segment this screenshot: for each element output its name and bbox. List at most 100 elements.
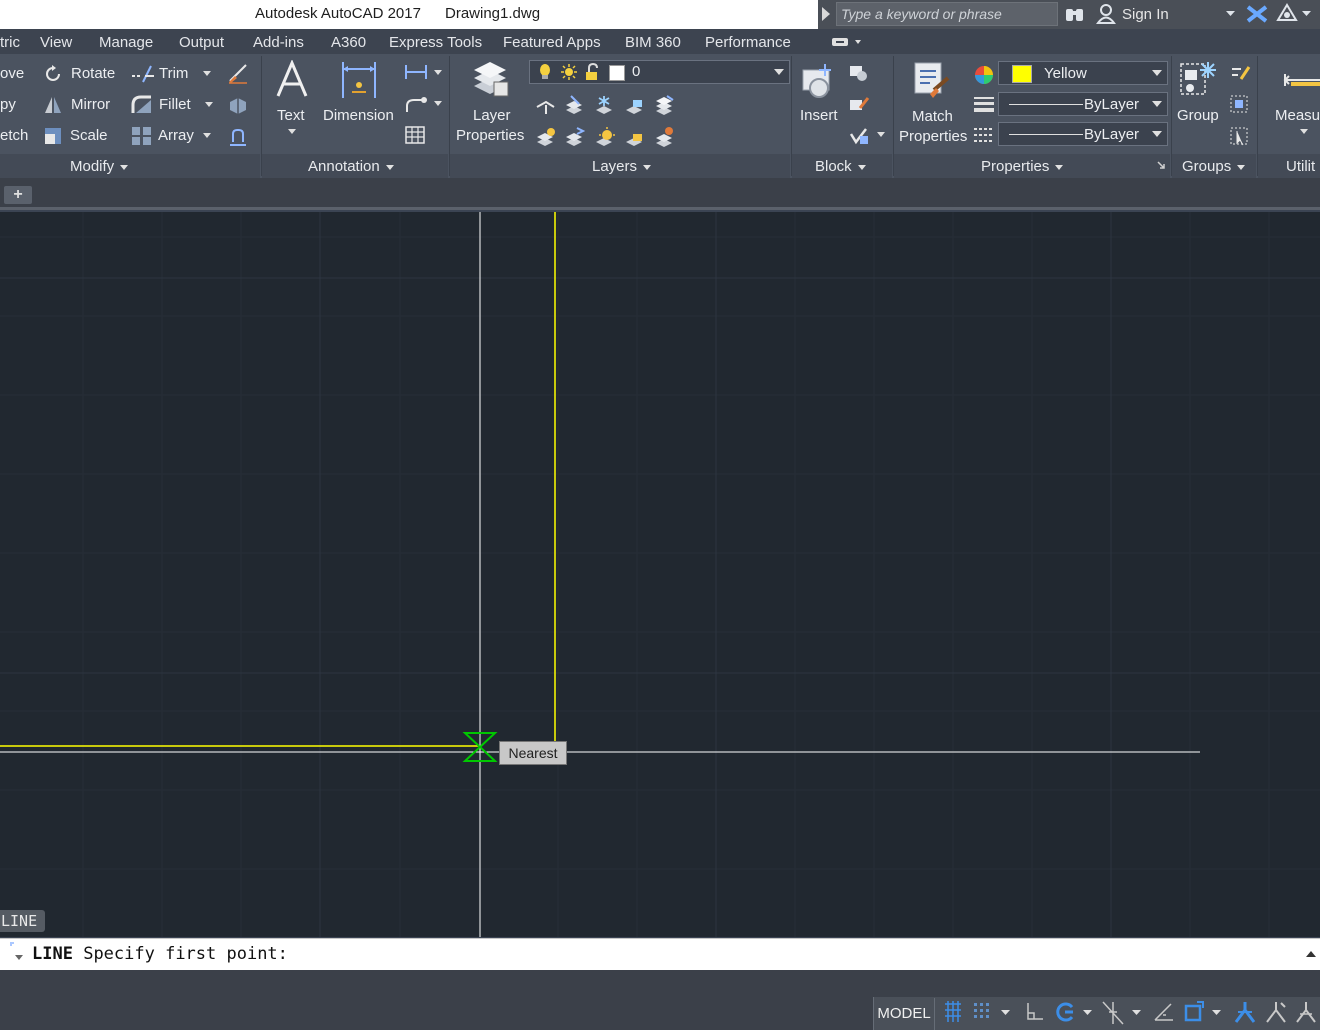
array-icon[interactable] xyxy=(131,126,153,146)
tab-manage[interactable]: Manage xyxy=(99,34,153,51)
copy-label[interactable]: py xyxy=(0,96,16,113)
annotation-scale-icon[interactable] xyxy=(1294,1000,1318,1024)
new-tab-button[interactable]: + xyxy=(4,186,32,204)
array-dropdown-icon[interactable] xyxy=(203,133,211,138)
command-prompt[interactable]: LINE Specify first point: xyxy=(32,944,288,964)
fillet-dropdown-icon[interactable] xyxy=(205,102,213,107)
tab-a360[interactable]: A360 xyxy=(331,34,366,51)
trim-dropdown-icon[interactable] xyxy=(203,71,211,76)
object-color-icon[interactable] xyxy=(973,64,995,86)
layer-thaw-all-icon[interactable] xyxy=(593,126,615,148)
dimension-icon[interactable] xyxy=(340,60,378,100)
insert-button[interactable]: Insert xyxy=(800,107,838,124)
scale-button[interactable]: Scale xyxy=(70,127,108,144)
binoculars-icon[interactable] xyxy=(1065,5,1085,23)
layer-dropdown[interactable]: 0 xyxy=(529,60,790,84)
tab-bim-360[interactable]: BIM 360 xyxy=(625,34,681,51)
layer-color-swatch[interactable] xyxy=(609,65,625,81)
layer-on-icon[interactable] xyxy=(539,64,551,80)
group-edit-icon[interactable] xyxy=(1229,94,1251,114)
layers-panel-title[interactable]: Layers xyxy=(592,158,652,178)
lineweight-dropdown[interactable]: ByLayer xyxy=(998,92,1168,116)
match-properties-line2[interactable]: Properties xyxy=(899,128,967,145)
layer-walk-icon[interactable] xyxy=(653,126,675,148)
mirror-button[interactable]: Mirror xyxy=(71,96,110,113)
annotation-visibility-icon[interactable] xyxy=(1233,1000,1257,1024)
text-icon[interactable] xyxy=(274,60,310,100)
group-button[interactable]: Group xyxy=(1177,107,1219,124)
object-snap-icon[interactable] xyxy=(1183,1000,1205,1024)
ungroup-icon[interactable] xyxy=(1229,63,1251,83)
command-expand-icon[interactable] xyxy=(1306,951,1316,958)
layer-thaw-icon[interactable] xyxy=(560,63,578,81)
insert-block-icon[interactable] xyxy=(799,62,839,102)
stretch-label[interactable]: etch xyxy=(0,127,28,144)
layer-freeze-icon[interactable] xyxy=(593,94,615,116)
layer-properties-line1[interactable]: Layer xyxy=(473,107,511,124)
trim-button[interactable]: Trim xyxy=(159,65,188,82)
dimension-button[interactable]: Dimension xyxy=(323,107,394,124)
object-snap-dropdown-icon[interactable] xyxy=(1212,1010,1221,1016)
chevron-down-icon[interactable] xyxy=(1226,11,1235,17)
snap-mode-icon[interactable] xyxy=(972,1000,992,1024)
snap-dropdown-icon[interactable] xyxy=(1001,1010,1010,1016)
linetype-dropdown[interactable]: ByLayer xyxy=(998,122,1168,146)
auto-scale-icon[interactable] xyxy=(1264,1000,1288,1024)
user-icon[interactable] xyxy=(1096,4,1116,24)
command-line[interactable]: LINE Specify first point: xyxy=(0,938,1320,971)
polar-tracking-icon[interactable] xyxy=(1054,1000,1076,1024)
match-layer-icon[interactable] xyxy=(534,126,556,148)
create-block-icon[interactable] xyxy=(848,64,870,82)
explode-icon[interactable] xyxy=(227,94,249,116)
move-label[interactable]: ove xyxy=(0,65,24,82)
search-input[interactable] xyxy=(836,2,1058,26)
ribbon-minimize-icon[interactable] xyxy=(832,37,862,47)
drawing-canvas[interactable] xyxy=(0,212,1320,937)
layer-unlock-icon[interactable] xyxy=(584,63,600,81)
polar-dropdown-icon[interactable] xyxy=(1083,1010,1092,1016)
block-more-dropdown-icon[interactable] xyxy=(877,132,885,137)
utilities-panel-title[interactable]: Utilit xyxy=(1286,158,1315,178)
chevron-down-icon[interactable] xyxy=(1302,11,1311,17)
text-dropdown-icon[interactable] xyxy=(288,129,296,134)
groups-panel-title[interactable]: Groups xyxy=(1182,158,1246,178)
linetype-icon[interactable] xyxy=(973,126,995,146)
trim-icon[interactable] xyxy=(131,64,155,84)
isometric-drafting-icon[interactable] xyxy=(1101,1000,1125,1026)
model-space[interactable] xyxy=(0,212,1320,937)
exchange-apps-icon[interactable] xyxy=(1246,5,1268,23)
object-snap-tracking-icon[interactable] xyxy=(1153,1000,1175,1024)
match-properties-line1[interactable]: Match xyxy=(912,108,953,125)
tab-output[interactable]: Output xyxy=(179,34,224,51)
edit-block-icon[interactable] xyxy=(848,94,870,114)
autodesk-a360-icon[interactable] xyxy=(1276,3,1298,23)
offset-icon[interactable] xyxy=(227,126,249,148)
edit-attributes-icon[interactable] xyxy=(848,126,870,146)
layer-previous-icon[interactable] xyxy=(563,126,585,148)
scale-icon[interactable] xyxy=(43,126,63,146)
color-dropdown[interactable]: Yellow xyxy=(998,61,1168,85)
table-icon[interactable] xyxy=(405,126,425,144)
properties-panel-title[interactable]: Properties xyxy=(981,158,1064,178)
mirror-icon[interactable] xyxy=(43,95,63,115)
tab-view[interactable]: View xyxy=(40,34,72,51)
tab-add-ins[interactable]: Add-ins xyxy=(253,34,304,51)
leader-dropdown-icon[interactable] xyxy=(434,101,442,106)
tab-featured-apps[interactable]: Featured Apps xyxy=(503,34,601,51)
command-history-icon[interactable] xyxy=(8,941,26,963)
fillet-button[interactable]: Fillet xyxy=(159,96,191,113)
tab-express-tools[interactable]: Express Tools xyxy=(389,34,482,51)
measure-button[interactable]: Measu xyxy=(1275,107,1320,124)
isometric-dropdown-icon[interactable] xyxy=(1132,1010,1141,1016)
make-current-icon[interactable] xyxy=(653,94,675,116)
linear-dropdown-icon[interactable] xyxy=(434,70,442,75)
layer-lock-icon[interactable] xyxy=(623,94,645,116)
model-space-button[interactable]: MODEL xyxy=(874,998,935,1030)
group-icon[interactable] xyxy=(1178,60,1220,102)
layer-isolate-icon[interactable] xyxy=(563,94,585,116)
text-button[interactable]: Text xyxy=(277,107,305,124)
layer-properties-line2[interactable]: Properties xyxy=(456,127,524,144)
layer-properties-icon[interactable] xyxy=(470,60,510,100)
search-expand-icon[interactable] xyxy=(822,7,830,21)
fillet-icon[interactable] xyxy=(131,95,153,115)
